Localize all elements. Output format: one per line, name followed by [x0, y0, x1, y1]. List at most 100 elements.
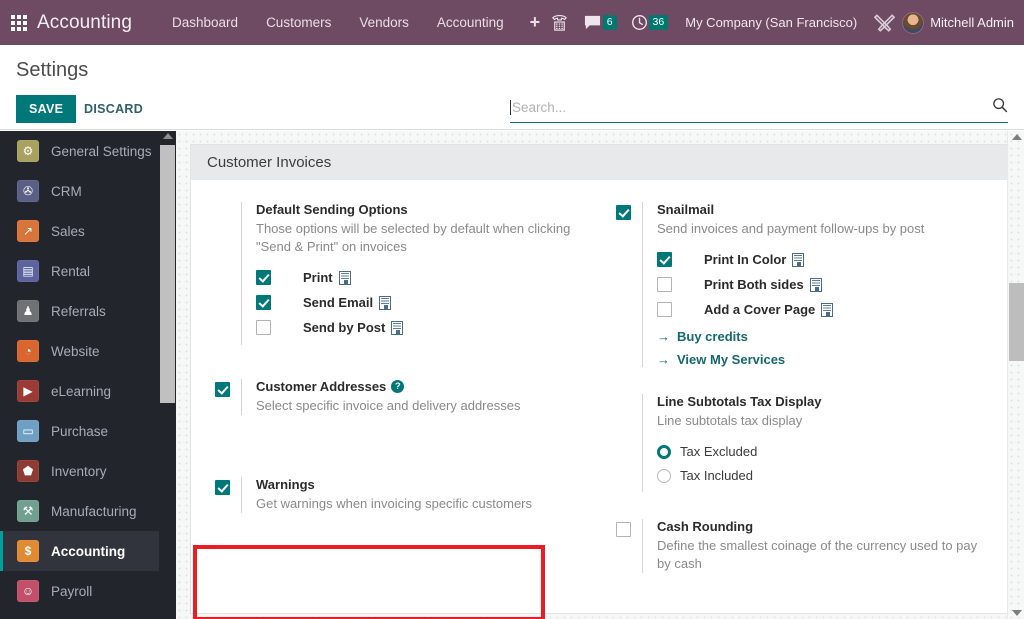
checkbox-cell — [616, 202, 642, 367]
radio-tax-included[interactable]: Tax Included — [657, 468, 995, 483]
settings-content-area: Customer Invoices Default Sending Option… — [176, 131, 1024, 619]
option-print: Print — [256, 270, 586, 285]
setting-body: Cash Rounding Define the smallest coinag… — [642, 519, 995, 573]
sidebar-item-sales[interactable]: ↗ Sales — [0, 211, 176, 251]
discard-button[interactable]: DISCARD — [74, 95, 153, 123]
sidebar-item-payroll[interactable]: ☺ Payroll — [0, 571, 176, 611]
scroll-up-arrow-icon[interactable] — [1012, 134, 1022, 140]
content-scrollbar[interactable] — [1007, 131, 1024, 619]
sidebar-item-referrals[interactable]: ♟ Referrals — [0, 291, 176, 331]
sidebar-item-label: Payroll — [51, 583, 93, 599]
buy-credits-link[interactable]: → Buy credits — [657, 329, 995, 344]
sidebar-item-label: Manufacturing — [51, 503, 137, 519]
option-send-email: Send Email — [256, 295, 586, 310]
person-badge-icon: ☺ — [17, 580, 39, 602]
nav-item-dashboard[interactable]: Dashboard — [158, 0, 252, 45]
activities-counter[interactable]: 36 — [631, 14, 669, 31]
setting-body: Warnings Get warnings when invoicing spe… — [241, 477, 586, 513]
setting-warnings: Warnings Get warnings when invoicing spe… — [215, 477, 586, 513]
sidebar-item-elearning[interactable]: ▶ eLearning — [0, 371, 176, 411]
setting-description: Define the smallest coinage of the curre… — [657, 538, 978, 571]
main-body: ⚙ General Settings ✇ CRM ↗ Sales ▤ Renta… — [0, 131, 1024, 619]
customer-addresses-checkbox[interactable] — [215, 382, 230, 398]
magnifier-icon[interactable] — [992, 97, 1008, 118]
question-mark-icon[interactable]: ? — [391, 380, 405, 393]
scroll-up-arrow-icon[interactable] — [163, 133, 173, 139]
print-both-sides-checkbox[interactable] — [657, 277, 672, 292]
sidebar-item-website[interactable]: ◔ Website — [0, 331, 176, 371]
handshake-icon: ✇ — [17, 180, 39, 202]
phone-dialpad-icon[interactable] — [550, 13, 569, 32]
print-in-color-checkbox[interactable] — [657, 252, 672, 267]
setting-description: Those options will be selected by defaul… — [256, 221, 571, 254]
tools-wrench-screwdriver-icon[interactable] — [874, 12, 896, 33]
content-scrollbar-thumb[interactable] — [1009, 283, 1024, 361]
settings-columns: Default Sending Options Those options wi… — [191, 180, 1009, 600]
warnings-checkbox[interactable] — [215, 480, 230, 496]
top-right-tools: 6 36 My Company (San Francisco) Mitchell… — [543, 0, 1024, 45]
nav-item-accounting[interactable]: Accounting — [423, 0, 518, 45]
scroll-down-arrow-icon[interactable] — [1012, 610, 1022, 616]
activities-badge-count: 36 — [648, 15, 669, 30]
sidebar-item-inventory[interactable]: ⬟ Inventory — [0, 451, 176, 491]
sidebar-item-purchase[interactable]: ▭ Purchase — [0, 411, 176, 451]
setting-title: Default Sending Options — [256, 202, 408, 217]
tax-excluded-radio[interactable] — [657, 444, 671, 459]
sidebar-item-label: Inventory — [51, 463, 107, 479]
setting-default-sending-options: Default Sending Options Those options wi… — [215, 202, 586, 345]
print-checkbox[interactable] — [256, 270, 271, 285]
gear-icon: ⚙ — [17, 140, 39, 162]
search-input[interactable] — [512, 100, 992, 115]
sidebar-item-general-settings[interactable]: ⚙ General Settings — [0, 131, 176, 171]
gift-icon: ♟ — [17, 300, 39, 322]
search-bar[interactable] — [510, 97, 1008, 123]
nav-item-vendors[interactable]: Vendors — [345, 0, 423, 45]
calendar-icon: ▤ — [17, 260, 39, 282]
setting-description: Select specific invoice and delivery add… — [256, 398, 521, 413]
add-cover-page-checkbox[interactable] — [657, 302, 672, 317]
option-label: Add a Cover Page — [704, 302, 816, 317]
setting-description: Send invoices and payment follow-ups by … — [657, 221, 925, 236]
snailmail-checkbox[interactable] — [616, 205, 631, 221]
presentation-icon: ▶ — [17, 380, 39, 402]
sidebar-scrollbar[interactable] — [159, 131, 176, 619]
save-button[interactable]: SAVE — [16, 95, 77, 123]
sidebar-item-crm[interactable]: ✇ CRM — [0, 171, 176, 211]
company-building-icon — [338, 270, 351, 285]
sidebar-item-label: CRM — [51, 183, 82, 199]
setting-description: Line subtotals tax display — [657, 413, 803, 428]
tax-included-radio[interactable] — [657, 468, 671, 483]
option-print-both-sides: Print Both sides — [657, 277, 995, 292]
send-email-checkbox[interactable] — [256, 295, 271, 310]
avatar[interactable] — [902, 11, 925, 34]
company-building-icon — [792, 252, 805, 267]
sidebar-scrollbar-thumb[interactable] — [160, 145, 175, 403]
radio-tax-excluded[interactable]: Tax Excluded — [657, 444, 995, 459]
setting-title: Cash Rounding — [657, 519, 754, 534]
user-menu[interactable]: Mitchell Admin — [930, 15, 1014, 30]
sidebar-item-rental[interactable]: ▤ Rental — [0, 251, 176, 291]
link-label: View My Services — [677, 352, 786, 367]
messages-counter[interactable]: 6 — [583, 14, 617, 31]
sidebar-item-accounting[interactable]: $ Accounting — [0, 531, 176, 571]
settings-left-column: Default Sending Options Those options wi… — [191, 202, 600, 600]
app-brand-accounting[interactable]: Accounting — [37, 12, 132, 34]
company-selector[interactable]: My Company (San Francisco) — [685, 15, 857, 30]
arrow-right-icon: → — [657, 329, 670, 344]
sidebar-item-manufacturing[interactable]: ⚒ Manufacturing — [0, 491, 176, 531]
radio-label: Tax Included — [680, 468, 753, 483]
view-my-services-link[interactable]: → View My Services — [657, 352, 995, 367]
globe-icon: ◔ — [17, 340, 39, 362]
option-label: Send by Post — [303, 320, 386, 335]
send-by-post-checkbox[interactable] — [256, 320, 271, 335]
checkbox-cell — [616, 519, 642, 573]
sidebar-item-label: Referrals — [51, 303, 106, 319]
sidebar-item-label: Website — [51, 343, 100, 359]
nav-item-customers[interactable]: Customers — [252, 0, 345, 45]
setting-line-subtotals-tax-display: Line Subtotals Tax Display Line subtotal… — [616, 394, 995, 492]
option-label: Send Email — [303, 295, 374, 310]
settings-right-column: Snailmail Send invoices and payment foll… — [600, 202, 1009, 600]
apps-grid-icon[interactable] — [11, 14, 27, 31]
cash-rounding-checkbox[interactable] — [616, 522, 631, 538]
spacer-cell — [215, 202, 241, 345]
